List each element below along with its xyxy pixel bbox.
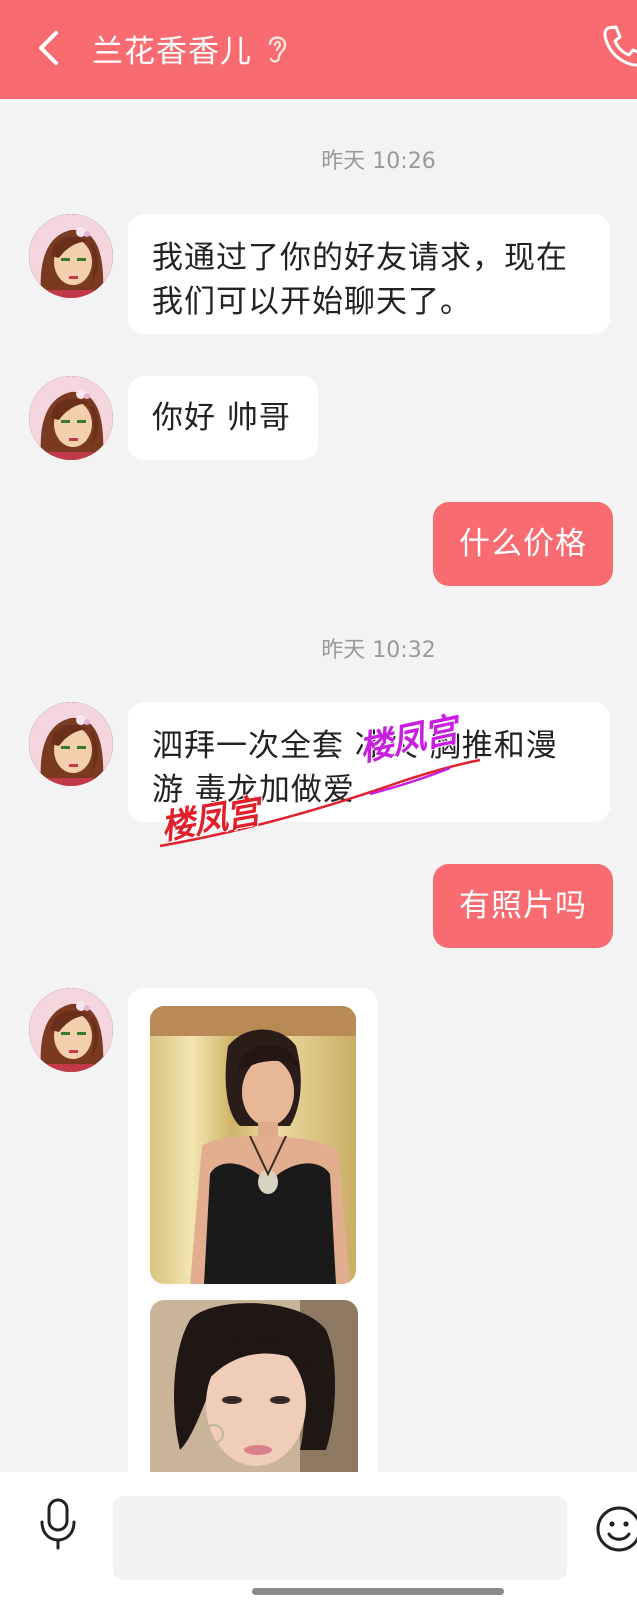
back-button[interactable] (24, 24, 72, 72)
contact-name: 兰花香香儿 (92, 33, 252, 70)
smiley-icon (596, 1506, 637, 1552)
chat-title-area: 兰花香香儿 (92, 24, 290, 72)
photo-image (150, 1006, 356, 1284)
microphone-icon (40, 1498, 76, 1550)
voice-input-button[interactable] (36, 1496, 80, 1552)
contact-avatar[interactable] (29, 702, 113, 786)
message-bubble[interactable]: 有照片吗 (433, 864, 613, 948)
timestamp: 昨天 10:32 (321, 638, 436, 663)
message-text: 你好 帅哥 (152, 400, 291, 436)
contact-avatar[interactable] (29, 988, 113, 1072)
message-text: 有照片吗 (459, 888, 587, 924)
chat-header: 兰花香香儿 (0, 0, 637, 99)
chat-photo[interactable] (150, 1300, 358, 1490)
message-bubble[interactable]: 什么价格 (433, 502, 613, 586)
message-bubble[interactable]: 我通过了你的好友请求，现在我们可以开始聊天了。 (128, 214, 610, 334)
home-indicator[interactable] (252, 1588, 504, 1595)
chat-photo[interactable] (150, 1006, 356, 1284)
message-input[interactable] (113, 1496, 567, 1580)
emoji-button[interactable] (594, 1504, 637, 1554)
message-text: 我通过了你的好友请求，现在我们可以开始聊天了。 (152, 240, 568, 320)
avatar-image (29, 376, 113, 460)
input-bar (0, 1472, 637, 1600)
voice-call-button[interactable] (600, 22, 637, 70)
timestamp: 昨天 10:26 (321, 149, 436, 174)
chevron-left-icon (39, 31, 58, 65)
avatar-image (29, 988, 113, 1072)
message-text: 什么价格 (459, 526, 587, 562)
avatar-image (29, 702, 113, 786)
photo-image (150, 1300, 358, 1490)
contact-avatar[interactable] (29, 376, 113, 460)
phone-icon (603, 25, 637, 67)
ear-icon[interactable] (264, 31, 290, 65)
contact-avatar[interactable] (29, 214, 113, 298)
avatar-image (29, 214, 113, 298)
message-bubble[interactable]: 你好 帅哥 (128, 376, 318, 460)
